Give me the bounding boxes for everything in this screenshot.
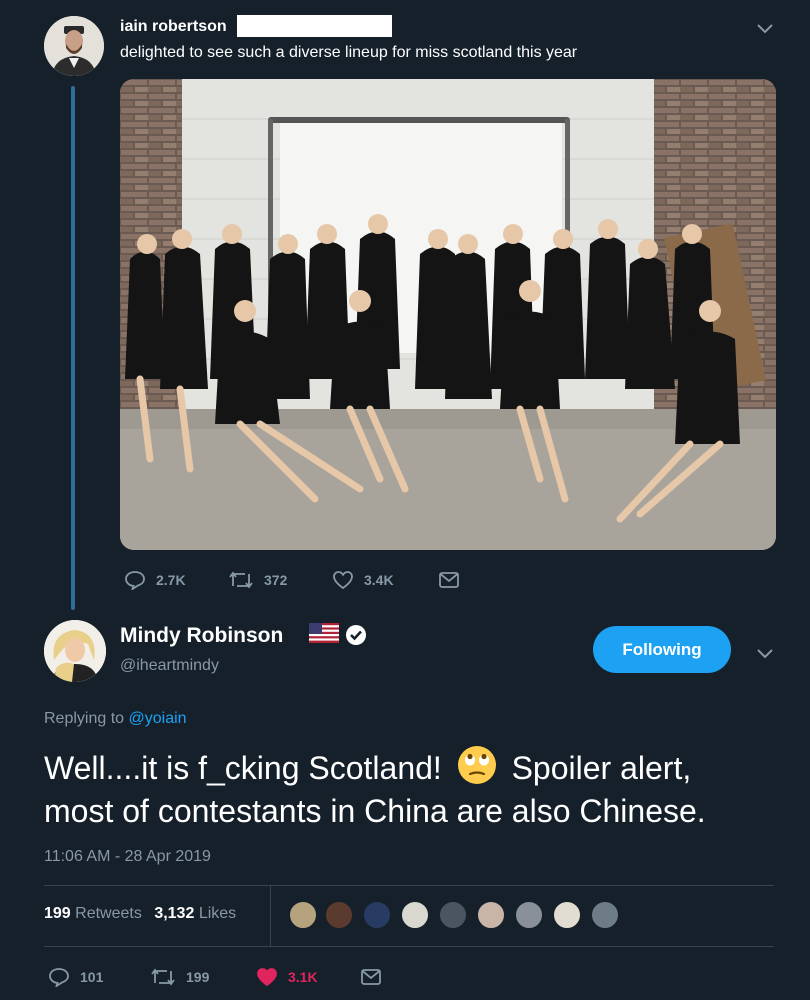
- retweet-icon: [229, 571, 253, 589]
- parent-avatar[interactable]: [44, 16, 104, 76]
- tweet-timestamp[interactable]: 11:06 AM - 28 Apr 2019: [44, 848, 211, 866]
- main-tweet-text-part-2: Spoiler alert,: [511, 750, 692, 786]
- retweet-icon: [151, 968, 175, 986]
- main-tweet-text: Well....it is f_cking Scotland! Spoiler …: [44, 745, 784, 833]
- main-dm-action[interactable]: [360, 967, 382, 987]
- following-button[interactable]: Following: [593, 626, 731, 673]
- main-tweet-line-2: most of contestants in China are also Ch…: [44, 793, 706, 829]
- eye-roll-emoji-icon: [457, 746, 496, 784]
- verified-badge-icon: [345, 624, 367, 651]
- main-reply-count: 101: [80, 969, 104, 985]
- dm-icon: [439, 572, 459, 588]
- thread-line: [71, 86, 75, 610]
- likes-stat-label: Likes: [198, 905, 237, 922]
- us-flag-icon: [309, 623, 339, 648]
- main-like-count: 3.1K: [288, 969, 318, 985]
- liker-avatar[interactable]: [362, 900, 392, 930]
- likes-stat[interactable]: 3,132 Likes: [154, 905, 236, 922]
- main-reply-action[interactable]: 101: [48, 967, 103, 987]
- parent-reply-count: 2.7K: [156, 572, 186, 588]
- divider-bottom: [44, 946, 774, 947]
- main-like-action[interactable]: 3.1K: [256, 967, 318, 987]
- main-avatar[interactable]: [44, 620, 106, 682]
- liker-avatar[interactable]: [552, 900, 582, 930]
- group-photo-illustration: [120, 79, 776, 550]
- tweet-photo[interactable]: [120, 79, 776, 550]
- liker-avatar[interactable]: [438, 900, 468, 930]
- main-handle[interactable]: @iheartmindy: [120, 657, 219, 675]
- divider-top: [44, 885, 774, 886]
- main-author-name[interactable]: Mindy Robinson: [120, 624, 283, 648]
- liker-avatar[interactable]: [324, 900, 354, 930]
- following-button-label: Following: [622, 639, 702, 659]
- parent-chevron-down-icon[interactable]: [756, 22, 774, 40]
- parent-dm-action[interactable]: [438, 570, 460, 590]
- parent-retweet-action[interactable]: 372: [228, 570, 287, 590]
- reply-icon: [125, 571, 145, 590]
- main-tweet-text-part-1: Well....it is f_cking Scotland!: [44, 750, 442, 786]
- retweets-stat[interactable]: 199 Retweets: [44, 905, 146, 922]
- parent-reply-action[interactable]: 2.7K: [124, 570, 186, 590]
- parent-retweet-count: 372: [264, 572, 288, 588]
- retweets-stat-count: 199: [44, 905, 71, 922]
- replying-to: Replying to @yoiain: [44, 710, 187, 728]
- parent-like-count: 3.4K: [364, 572, 394, 588]
- redaction-bar: [237, 15, 392, 37]
- dm-icon: [361, 969, 381, 985]
- main-tweet-line-1: Well....it is f_cking Scotland! Spoiler …: [44, 745, 784, 790]
- retweets-stat-label: Retweets: [75, 905, 142, 922]
- reply-icon: [49, 968, 69, 987]
- liker-avatar[interactable]: [590, 900, 620, 930]
- liker-avatar[interactable]: [514, 900, 544, 930]
- stats-vertical-divider: [270, 886, 271, 946]
- likes-stat-count: 3,132: [154, 905, 195, 922]
- replying-to-handle-link[interactable]: @yoiain: [129, 710, 187, 727]
- replying-to-prefix: Replying to: [44, 710, 125, 727]
- liker-avatar[interactable]: [288, 900, 318, 930]
- main-retweet-action[interactable]: 199: [150, 967, 209, 987]
- liker-avatar[interactable]: [400, 900, 430, 930]
- like-icon: [333, 571, 353, 590]
- liker-avatar[interactable]: [476, 900, 506, 930]
- parent-author-name[interactable]: iain robertson: [120, 18, 227, 36]
- main-retweet-count: 199: [186, 969, 210, 985]
- stats-row: 199 Retweets 3,132 Likes: [44, 905, 236, 923]
- like-icon: [257, 968, 277, 987]
- parent-like-action[interactable]: 3.4K: [332, 570, 394, 590]
- main-chevron-down-icon[interactable]: [756, 647, 774, 665]
- parent-tweet-text: delighted to see such a diverse lineup f…: [120, 44, 578, 61]
